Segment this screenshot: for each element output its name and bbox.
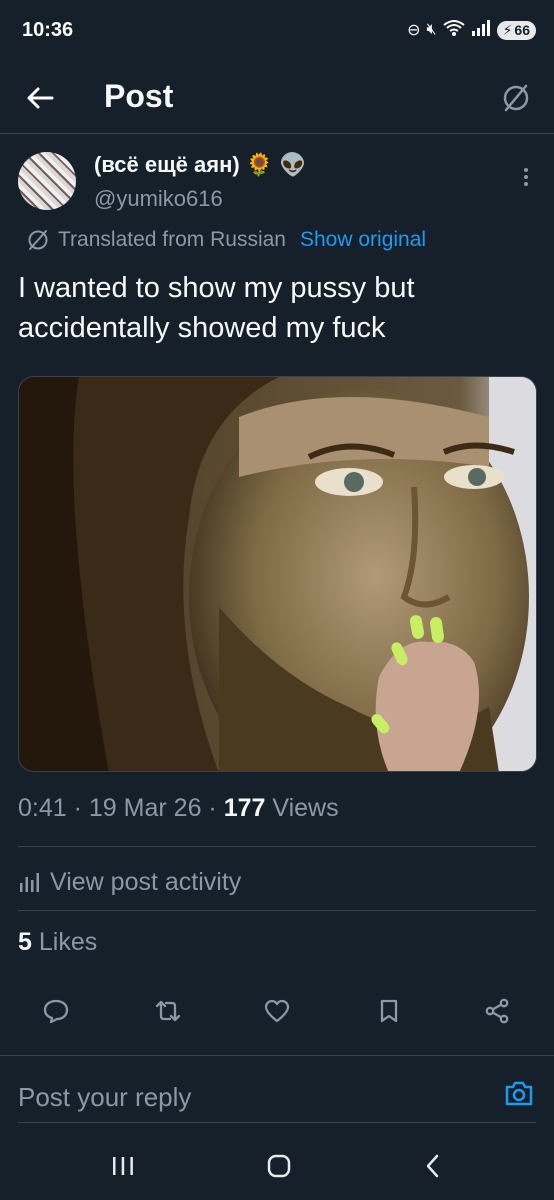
post-image-illustration xyxy=(19,377,536,771)
signal-icon xyxy=(471,19,491,41)
top-app-bar: Post xyxy=(0,60,554,134)
post-image[interactable] xyxy=(18,376,537,772)
view-post-activity-label: View post activity xyxy=(50,867,242,896)
post-actions xyxy=(0,988,554,1034)
battery-badge: ⚡︎ 66 xyxy=(496,20,536,40)
share-icon xyxy=(485,998,509,1024)
author-handle[interactable]: @yumiko616 xyxy=(94,186,223,212)
translation-notice: Translated from Russian Show original xyxy=(26,224,426,256)
translate-button[interactable] xyxy=(496,78,536,118)
recent-apps-icon xyxy=(113,1157,133,1175)
likes-label: Likes xyxy=(38,928,98,956)
recent-apps-button[interactable] xyxy=(98,1149,148,1183)
more-vertical-icon xyxy=(524,168,528,172)
post-date: 19 Mar 26 xyxy=(88,794,202,822)
wifi-icon xyxy=(442,19,465,42)
mute-icon: 🔇︎ xyxy=(426,21,437,38)
reply-composer: Post your reply xyxy=(0,1055,554,1131)
reply-icon xyxy=(43,999,69,1024)
bookmark-icon xyxy=(380,999,398,1023)
battery-saver-icon: ⚡︎ xyxy=(502,21,513,38)
home-icon xyxy=(267,1154,291,1178)
page-title: Post xyxy=(104,78,174,114)
more-options-button[interactable] xyxy=(514,162,538,192)
sunflower-emoji: 🌻 xyxy=(245,152,274,177)
divider xyxy=(18,910,536,911)
back-button[interactable] xyxy=(20,78,60,118)
reply-button[interactable] xyxy=(33,988,79,1034)
post-meta: 0:41 · 19 Mar 26 · 177 Views xyxy=(18,794,339,823)
avatar[interactable] xyxy=(18,152,76,210)
camera-icon xyxy=(505,1081,533,1106)
repost-icon xyxy=(155,1000,181,1022)
battery-level: 66 xyxy=(514,22,530,38)
translate-icon xyxy=(503,84,529,112)
heart-icon xyxy=(264,999,290,1023)
author-name-text: (всё ещё аян) xyxy=(94,152,240,177)
show-original-link[interactable]: Show original xyxy=(300,228,426,252)
meta-separator: · xyxy=(73,794,82,822)
reply-input-underline xyxy=(18,1122,536,1123)
dnd-icon: ⊖ xyxy=(407,22,421,39)
likes-count: 5 xyxy=(18,928,32,956)
views-count: 177 xyxy=(223,794,266,822)
translation-label: Translated from Russian xyxy=(58,228,286,251)
system-navigation-bar xyxy=(0,1131,554,1200)
system-back-button[interactable] xyxy=(408,1149,458,1183)
divider xyxy=(18,846,536,847)
author-display-name[interactable]: (всё ещё аян) 🌻 👽 xyxy=(94,152,307,178)
status-bar: 10:36 ⊖ 🔇︎ ⚡︎ 66 xyxy=(0,0,554,60)
reply-input[interactable]: Post your reply xyxy=(18,1082,191,1113)
share-button[interactable] xyxy=(474,988,520,1034)
post-text: I wanted to show my pussy but accidental… xyxy=(18,272,415,344)
camera-button[interactable] xyxy=(502,1076,536,1110)
like-button[interactable] xyxy=(254,988,300,1034)
home-button[interactable] xyxy=(254,1149,304,1183)
meta-separator-2: · xyxy=(208,794,217,822)
post-author: (всё ещё аян) 🌻 👽 @yumiko616 xyxy=(18,152,538,218)
likes-summary[interactable]: 5 Likes xyxy=(18,928,97,957)
view-post-activity-button[interactable]: View post activity xyxy=(18,862,241,902)
repost-button[interactable] xyxy=(145,988,191,1034)
status-time: 10:36 xyxy=(22,18,74,41)
arrow-left-icon xyxy=(27,87,54,109)
bar-chart-icon xyxy=(20,873,39,892)
bookmark-button[interactable] xyxy=(366,988,412,1034)
post-time: 0:41 xyxy=(18,794,67,822)
views-label: Views xyxy=(272,794,339,822)
chevron-left-icon xyxy=(426,1154,439,1178)
translate-icon xyxy=(28,230,48,250)
alien-emoji: 👽 xyxy=(279,152,307,177)
status-icons: ⊖ 🔇︎ ⚡︎ 66 xyxy=(407,19,536,42)
